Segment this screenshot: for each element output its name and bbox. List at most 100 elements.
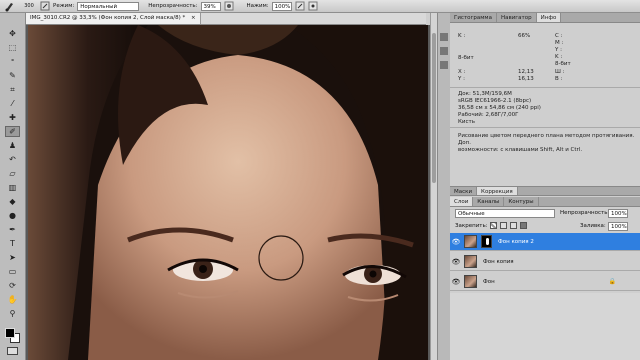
document-tab[interactable]: IMG_3010.CR2 @ 33,3% (Фон копия 2, Слой … — [26, 13, 201, 24]
tab-paths[interactable]: Контуры — [504, 197, 539, 206]
info-c-label: C : — [555, 33, 563, 39]
panel-icon-1[interactable] — [440, 33, 448, 41]
panel-icon-2[interactable] — [440, 47, 448, 55]
tab-masks[interactable]: Маски — [450, 187, 478, 195]
adjust-panel-tabs: Маски Коррекция — [450, 186, 640, 196]
document-tab-bar: IMG_3010.CR2 @ 33,3% (Фон копия 2, Слой … — [26, 13, 426, 25]
eye-icon[interactable]: 👁 — [450, 278, 462, 286]
layer-row[interactable]: 👁 Фон копия — [450, 253, 640, 271]
info-tool: Кисть — [458, 119, 475, 125]
info-k-row: K : — [458, 33, 465, 40]
zoom-tool-icon[interactable]: ⚲ — [5, 308, 20, 319]
layer-name[interactable]: Фон копия — [483, 259, 514, 265]
layer-opacity-field[interactable]: 100% — [608, 209, 628, 218]
type-tool-icon[interactable]: T — [5, 238, 20, 249]
layer-thumbnail — [464, 275, 477, 288]
pressure-size-icon[interactable] — [308, 1, 318, 11]
brush-icon[interactable] — [4, 1, 18, 12]
flow-label: Нажим: — [246, 3, 269, 9]
marquee-tool-icon[interactable]: ⬚ — [5, 42, 20, 53]
opacity-field[interactable]: 39% — [200, 1, 221, 11]
info-panel-tabs: Гистограмма Навигатор Инфо — [450, 13, 640, 23]
blend-mode-select[interactable]: Обычные — [455, 209, 555, 218]
healing-tool-icon[interactable]: ✚ — [5, 112, 20, 123]
layer-name[interactable]: Фон копия 2 — [498, 239, 534, 245]
layer-row-selected[interactable]: 👁 Фон копия 2 — [450, 233, 640, 251]
document-canvas[interactable] — [28, 25, 428, 360]
info-doc-details: Док: 51,3M/159,6M sRGB IEC61966-2.1 (8bp… — [458, 91, 541, 126]
lasso-tool-icon[interactable]: ᐤ — [5, 56, 20, 67]
tab-channels[interactable]: Каналы — [473, 197, 505, 206]
quick-mask-icon[interactable] — [7, 347, 18, 355]
airbrush-icon[interactable] — [295, 1, 305, 11]
layer-thumbnail — [464, 255, 477, 268]
portrait-image — [28, 25, 428, 360]
lock-pixels-icon[interactable] — [500, 222, 507, 229]
eraser-tool-icon[interactable]: ▱ — [5, 168, 20, 179]
layer-name[interactable]: Фон — [483, 279, 495, 285]
collapsed-panels-strip — [437, 13, 450, 360]
options-bar: 300 Режим: Нормальный Непрозрачность: 39… — [0, 0, 640, 13]
fill-label: Заливка: — [580, 223, 606, 229]
path-select-tool-icon[interactable]: ➤ — [5, 252, 20, 263]
info-scratch: Рабочий: 2,68Г/7,00Г — [458, 112, 519, 118]
info-dimensions: 36,58 см x 54,86 см (240 ppi) — [458, 105, 541, 111]
gradient-tool-icon[interactable]: ▥ — [5, 182, 20, 193]
lock-position-icon[interactable] — [510, 222, 517, 229]
history-brush-tool-icon[interactable]: ↶ — [5, 154, 20, 165]
lock-buttons — [490, 222, 527, 229]
info-y-label: Y : — [458, 76, 465, 82]
3d-rotate-tool-icon[interactable]: ⟳ — [5, 280, 20, 291]
info-doc-size: Док: 51,3M/159,6M — [458, 91, 512, 97]
info-w-label: Ш : — [555, 69, 565, 75]
fill-field[interactable]: 100% — [608, 222, 628, 231]
shape-tool-icon[interactable]: ▭ — [5, 266, 20, 277]
eye-icon[interactable]: 👁 — [450, 258, 462, 266]
right-panels: Гистограмма Навигатор Инфо K : 66% 8-бит… — [450, 13, 640, 360]
tools-panel: ✥ ⬚ ᐤ ✎ ⌗ ⁄ ✚ ✐ ♟ ↶ ▱ ▥ ◆ ● ✒ T ➤ ▭ ⟳ ✋ … — [0, 13, 26, 360]
lock-transparency-icon[interactable] — [490, 222, 497, 229]
brush-preset-picker[interactable]: 300 — [21, 3, 37, 9]
layer-opacity-label: Непрозрачность: — [560, 210, 610, 216]
lock-all-icon[interactable] — [520, 222, 527, 229]
brush-tool-icon[interactable]: ✐ — [5, 126, 20, 137]
info-bit-left: 8-бит — [458, 55, 474, 61]
brush-panel-icon[interactable] — [40, 1, 50, 11]
info-k-value: 66% — [518, 33, 531, 39]
pen-tool-icon[interactable]: ✒ — [5, 224, 20, 235]
quick-select-tool-icon[interactable]: ✎ — [5, 70, 20, 81]
blur-tool-icon[interactable]: ◆ — [5, 196, 20, 207]
tab-histogram[interactable]: Гистограмма — [450, 13, 497, 22]
foreground-color-swatch[interactable] — [5, 328, 15, 338]
tab-adjustments[interactable]: Коррекция — [477, 187, 518, 195]
eye-icon[interactable]: 👁 — [450, 238, 462, 246]
mode-select[interactable]: Нормальный — [77, 1, 140, 11]
close-tab-icon[interactable]: × — [191, 15, 196, 21]
layer-mask-thumbnail[interactable] — [481, 235, 492, 248]
flow-field[interactable]: 100% — [271, 1, 292, 11]
dodge-tool-icon[interactable]: ● — [5, 210, 20, 221]
info-bit-right: 8-бит — [555, 61, 571, 67]
move-tool-icon[interactable]: ✥ — [5, 28, 20, 39]
clone-stamp-tool-icon[interactable]: ♟ — [5, 140, 20, 151]
mode-label: Режим: — [53, 3, 75, 9]
hand-tool-icon[interactable]: ✋ — [5, 294, 20, 305]
canvas-vertical-scrollbar[interactable] — [430, 13, 437, 360]
tab-info[interactable]: Инфо — [536, 13, 562, 22]
info-profile: sRGB IEC61966-2.1 (8bpc) — [458, 98, 532, 104]
info-m-label: M : — [555, 40, 564, 46]
pressure-opacity-icon[interactable] — [224, 1, 234, 11]
info-y-value: 16,13 — [518, 76, 534, 82]
info-k-label: K : — [458, 33, 466, 39]
eyedropper-tool-icon[interactable]: ⁄ — [5, 98, 20, 109]
crop-tool-icon[interactable]: ⌗ — [5, 84, 20, 95]
info-y-label: Y : — [555, 47, 562, 53]
panel-icon-3[interactable] — [440, 61, 448, 69]
layer-thumbnail — [464, 235, 477, 248]
info-h-label: В : — [555, 76, 563, 82]
info-hint-line-1: Рисование цветом переднего плана методом… — [458, 133, 635, 146]
layer-row[interactable]: 👁 Фон 🔒 — [450, 273, 640, 291]
tab-layers[interactable]: Слои — [450, 197, 474, 206]
opacity-label: Непрозрачность: — [148, 3, 198, 9]
tab-navigator[interactable]: Навигатор — [497, 13, 537, 22]
